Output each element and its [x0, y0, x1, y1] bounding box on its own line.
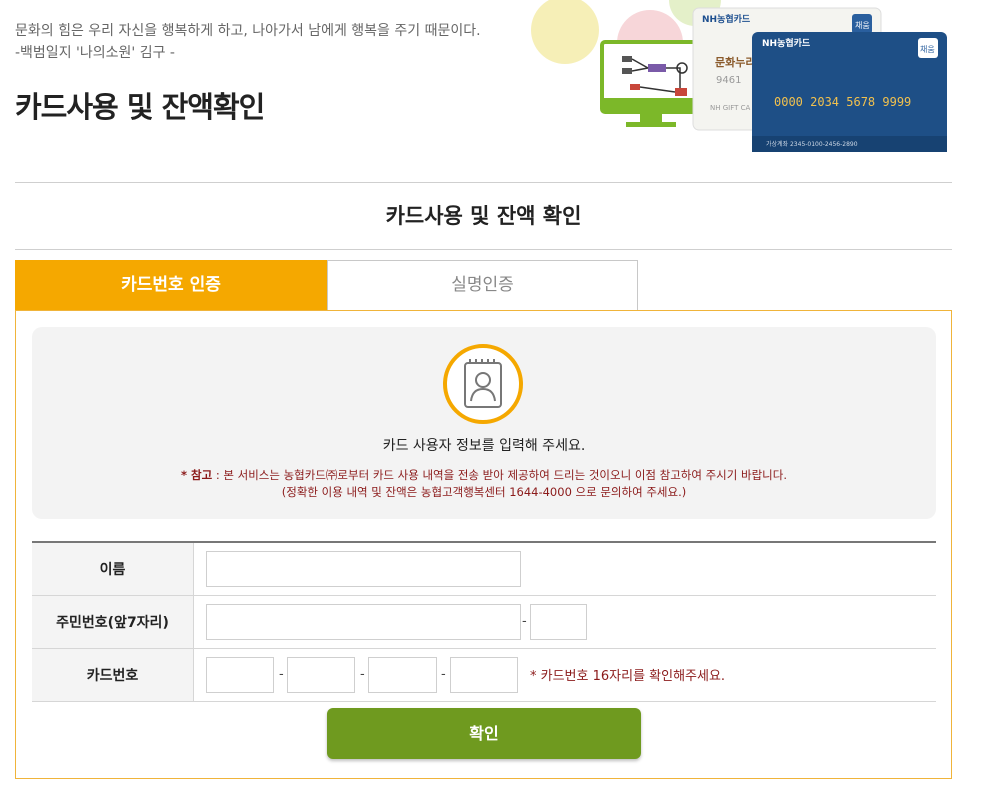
divider-top [15, 182, 952, 183]
header-quote: 문화의 힘은 우리 자신을 행복하게 하고, 나아가서 남에게 행복을 주기 때… [15, 20, 481, 64]
card-number-input-4[interactable] [450, 657, 518, 693]
svg-text:0000 2034 5678 9999: 0000 2034 5678 9999 [774, 95, 911, 109]
user-id-card-icon [443, 344, 523, 424]
name-input[interactable] [206, 551, 521, 587]
svg-text:9461: 9461 [716, 75, 741, 86]
card-dash-2: - [360, 667, 365, 682]
rrn-front-input[interactable] [206, 604, 521, 640]
card-dash-3: - [441, 667, 446, 682]
form-row-card: 카드번호 - - - * 카드번호 16자리를 확인해주세요. [32, 649, 936, 702]
divider-bottom [15, 249, 952, 250]
section-title: 카드사용 및 잔액 확인 [385, 204, 582, 228]
deco-circle-yellow [531, 0, 599, 64]
tab-card-number-auth[interactable]: 카드번호 인증 [15, 260, 327, 311]
info-note-text: : 본 서비스는 농협카드㈜로부터 카드 사용 내역을 전송 받아 제공하여 드… [212, 468, 787, 482]
card-number-input-3[interactable] [368, 657, 437, 693]
credit-card-front: NH농협카드 채움 0000 2034 5678 9999 가상계좌 2345-… [752, 32, 947, 152]
info-note-line-1: * 참고 : 본 서비스는 농협카드㈜로부터 카드 사용 내역을 전송 받아 제… [32, 467, 936, 484]
svg-text:NH농협카드: NH농협카드 [702, 13, 751, 25]
hero-illustration: NH농협카드 채움 문화누리 9461 NH GIFT CA NH농협카드 채움… [531, 0, 947, 152]
svg-text:채움: 채움 [855, 20, 870, 30]
card-number-label: 카드번호 [32, 649, 194, 701]
svg-text:NH GIFT CA: NH GIFT CA [710, 104, 751, 112]
page-title: 카드사용 및 잔액확인 [15, 90, 265, 124]
card-number-input-1[interactable] [206, 657, 274, 693]
rrn-back-input[interactable] [530, 604, 587, 640]
card-number-input-2[interactable] [287, 657, 355, 693]
monitor-icon [600, 40, 702, 127]
form-row-name: 이름 [32, 543, 936, 596]
info-note: * 참고 : 본 서비스는 농협카드㈜로부터 카드 사용 내역을 전송 받아 제… [32, 467, 936, 501]
tab-real-name-auth[interactable]: 실명인증 [327, 260, 638, 311]
svg-text:채움: 채움 [920, 44, 935, 54]
svg-text:가상계좌 2345-0100-2456-2890: 가상계좌 2345-0100-2456-2890 [766, 140, 858, 148]
quote-line-2: -백범일지 '나의소원' 김구 - [15, 45, 175, 61]
rrn-dash: - [522, 614, 527, 629]
name-label: 이름 [32, 543, 194, 595]
svg-text:문화누리: 문화누리 [715, 55, 755, 69]
info-box: 카드 사용자 정보를 입력해 주세요. * 참고 : 본 서비스는 농협카드㈜로… [32, 327, 936, 519]
confirm-button[interactable]: 확인 [327, 708, 641, 759]
info-main-text: 카드 사용자 정보를 입력해 주세요. [382, 438, 586, 454]
card-dash-1: - [279, 667, 284, 682]
svg-text:NH농협카드: NH농협카드 [762, 37, 811, 49]
rrn-label: 주민번호(앞7자리) [32, 596, 194, 648]
form-row-rrn: 주민번호(앞7자리) - [32, 596, 936, 649]
quote-line-1: 문화의 힘은 우리 자신을 행복하게 하고, 나아가서 남에게 행복을 주기 때… [15, 23, 481, 39]
info-note-line-2: (정확한 이용 내역 및 잔액은 농협고객행복센터 1644-4000 으로 문… [281, 485, 687, 499]
auth-form: 이름 주민번호(앞7자리) - 카드번호 - - - * 카드번호 16자리를 … [32, 541, 936, 702]
card-number-hint: * 카드번호 16자리를 확인해주세요. [530, 669, 726, 684]
auth-panel: 카드 사용자 정보를 입력해 주세요. * 참고 : 본 서비스는 농협카드㈜로… [15, 310, 952, 779]
info-note-prefix: * 참고 [181, 468, 213, 482]
